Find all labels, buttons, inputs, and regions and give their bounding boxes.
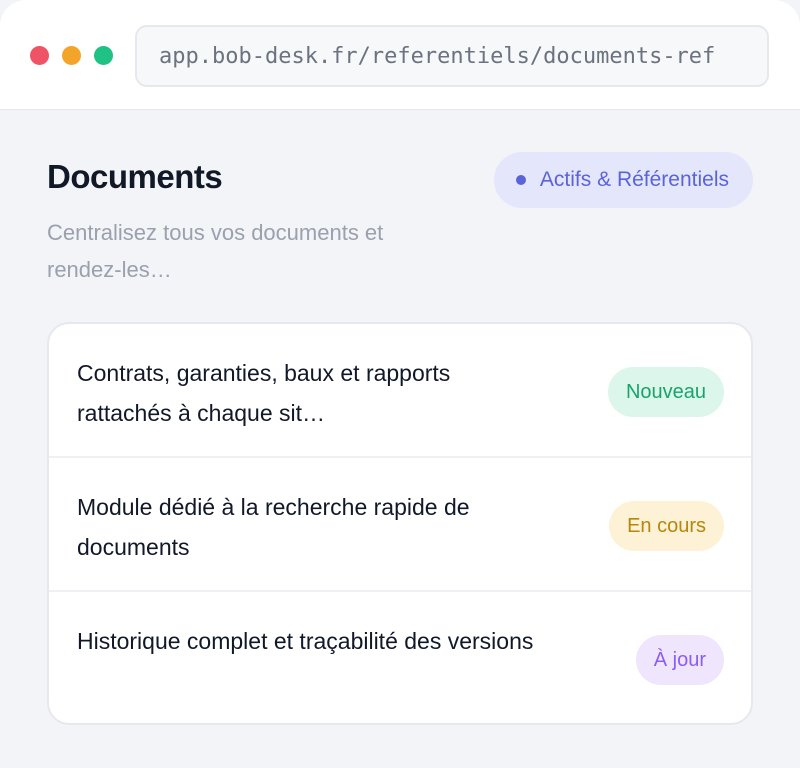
feature-row: Module dédié à la recherche rapide de do… [49, 458, 751, 592]
close-window-icon[interactable] [30, 46, 49, 65]
page-subtitle: Centralisez tous vos documents et rendez… [47, 220, 384, 282]
feature-row: Contrats, garanties, baux et rapports ra… [49, 324, 751, 458]
maximize-window-icon[interactable] [94, 46, 113, 65]
app-window: app.bob-desk.fr/referentiels/documents-r… [0, 0, 800, 768]
bullet-dot-icon [515, 175, 526, 185]
status-badge: À jour [635, 635, 724, 685]
feature-list: Contrats, garanties, baux et rapports ra… [47, 322, 753, 725]
status-badge: Nouveau [607, 367, 724, 417]
feature-row: Historique complet et traçabilité des ve… [49, 592, 751, 723]
category-badge: Actifs & Référentiels [493, 152, 753, 208]
feature-text: Historique complet et traçabilité des ve… [77, 628, 534, 654]
address-bar[interactable]: app.bob-desk.fr/referentiels/documents-r… [135, 25, 769, 87]
feature-text: Module dédié à la recherche rapide de do… [77, 494, 470, 560]
browser-chrome: app.bob-desk.fr/referentiels/documents-r… [0, 0, 800, 110]
minimize-window-icon[interactable] [62, 46, 81, 65]
category-label: Actifs & Référentiels [539, 168, 729, 191]
feature-text: Contrats, garanties, baux et rapports ra… [77, 360, 451, 426]
status-badge: En cours [609, 501, 724, 551]
page-title: Documents [47, 158, 223, 195]
